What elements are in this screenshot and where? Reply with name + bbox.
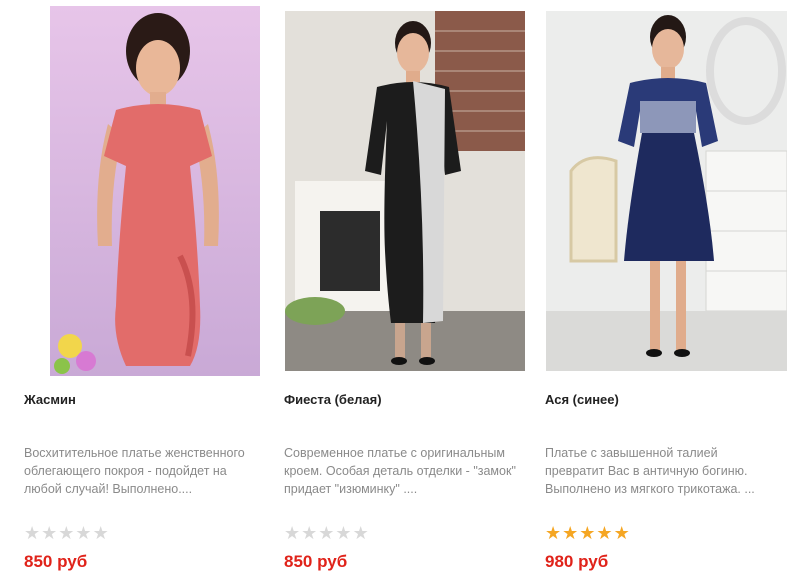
star-icon[interactable]: ★: [579, 524, 595, 544]
product-photo-1[interactable]: [285, 11, 525, 371]
product-photo-2[interactable]: [546, 11, 787, 371]
star-icon[interactable]: ★: [284, 524, 300, 544]
product-card-2[interactable]: Ася (синее) Платье с завышенной талией п…: [545, 0, 795, 585]
product-title[interactable]: Ася (синее): [545, 392, 619, 407]
star-icon[interactable]: ★: [93, 524, 109, 544]
star-icon[interactable]: ★: [614, 524, 630, 544]
product-title[interactable]: Жасмин: [24, 392, 76, 407]
dress-model-image: [546, 11, 787, 371]
star-icon[interactable]: ★: [75, 524, 91, 544]
star-rating[interactable]: ★ ★ ★ ★ ★: [24, 524, 109, 544]
star-icon[interactable]: ★: [596, 524, 612, 544]
product-price: 980 руб: [545, 552, 609, 571]
product-grid: Жасмин Восхитительное платье женственног…: [0, 0, 797, 585]
product-description: Современное платье с оригинальным кроем.…: [284, 446, 516, 496]
product-description: Восхитительное платье женственного облег…: [24, 446, 245, 496]
star-icon[interactable]: ★: [58, 524, 74, 544]
star-icon[interactable]: ★: [562, 524, 578, 544]
star-icon[interactable]: ★: [335, 524, 351, 544]
star-icon[interactable]: ★: [318, 524, 334, 544]
star-rating[interactable]: ★ ★ ★ ★ ★: [284, 524, 369, 544]
dress-model-image: [50, 6, 260, 376]
star-icon[interactable]: ★: [301, 524, 317, 544]
product-photo-0[interactable]: [50, 6, 260, 376]
product-price: 850 руб: [284, 552, 348, 571]
product-card-0[interactable]: Жасмин Восхитительное платье женственног…: [24, 0, 274, 585]
star-icon[interactable]: ★: [24, 524, 40, 544]
product-price: 850 руб: [24, 552, 88, 571]
star-icon[interactable]: ★: [545, 524, 561, 544]
product-description: Платье с завышенной талией превратит Вас…: [545, 446, 755, 496]
star-rating[interactable]: ★ ★ ★ ★ ★: [545, 524, 630, 544]
product-title[interactable]: Фиеста (белая): [284, 392, 382, 407]
star-icon[interactable]: ★: [41, 524, 57, 544]
dress-model-image: [285, 11, 525, 371]
product-card-1[interactable]: Фиеста (белая) Современное платье с ориг…: [284, 0, 534, 585]
star-icon[interactable]: ★: [353, 524, 369, 544]
